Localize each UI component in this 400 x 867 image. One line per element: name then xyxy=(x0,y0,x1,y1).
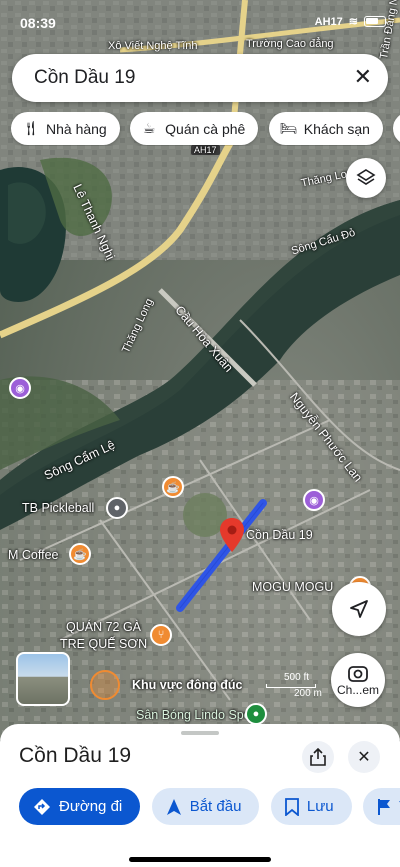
search-bar[interactable]: Cồn Dầu 19 ✕ xyxy=(12,54,388,102)
category-chips: 🍴︎ Nhà hàng ☕︎ Quán cà phê 🛏︎ Khách sạn … xyxy=(11,112,400,146)
save-button[interactable]: Lưu xyxy=(270,788,352,825)
layers-button[interactable] xyxy=(346,158,386,198)
map-label-crowded: Khu vực đông đúc xyxy=(132,678,243,692)
my-location-button[interactable] xyxy=(332,582,386,636)
camera-marker-icon[interactable]: ◉ xyxy=(9,377,31,399)
place-bottom-sheet[interactable]: Cồn Dầu 19 ✕ Đường đi Bắt đầu Lưu xyxy=(0,724,400,867)
navigation-arrow-icon xyxy=(166,798,181,815)
street-view-thumbnail[interactable] xyxy=(16,652,70,706)
camera-marker-icon[interactable]: ◉ xyxy=(303,489,325,511)
map-label-poi: MOGU MOGU xyxy=(252,580,334,594)
network-label: AH17 xyxy=(314,15,343,28)
drag-handle[interactable] xyxy=(181,731,219,735)
scale-label-top: 500 ft xyxy=(284,672,310,683)
search-query[interactable]: Cồn Dầu 19 xyxy=(34,67,135,89)
crowd-area-icon[interactable] xyxy=(90,670,120,700)
chip-coffee[interactable]: ☕︎ Quán cà phê xyxy=(130,112,259,145)
close-icon: ✕ xyxy=(357,749,371,766)
battery-icon xyxy=(364,16,386,27)
directions-icon xyxy=(34,798,50,815)
status-bar: 08:39 AH17 ≋ xyxy=(0,6,400,31)
coffee-icon: ☕︎ xyxy=(142,120,156,136)
place-title: Cồn Dầu 19 xyxy=(19,744,132,767)
navigation-arrow-icon xyxy=(350,600,368,618)
pickleball-marker-icon[interactable]: ● xyxy=(106,497,128,519)
map-label-road: Xô Viết Nghệ Tĩnh xyxy=(108,40,198,52)
lens-label: Ch...em xyxy=(336,682,379,697)
lens-button[interactable]: Ch...em xyxy=(331,653,385,707)
chip-hotels[interactable]: 🛏︎ Khách sạn xyxy=(268,112,383,145)
share-icon xyxy=(310,748,326,766)
map-label-poi: QUÁN 72 GÀ xyxy=(66,620,142,634)
wifi-icon: ≋ xyxy=(348,16,358,28)
map-label-college: Trường Cao đẳng xyxy=(246,38,334,50)
restaurant-icon: 🍴︎ xyxy=(22,120,40,136)
coffee-marker-icon[interactable]: ☕ xyxy=(69,543,91,565)
action-buttons: Đường đi Bắt đầu Lưu T xyxy=(19,788,400,828)
share-button[interactable] xyxy=(302,741,334,773)
chip-shopping[interactable]: 👜︎ xyxy=(393,112,400,145)
camera-search-icon xyxy=(348,665,368,682)
hotel-icon: 🛏︎ xyxy=(279,120,298,136)
close-icon[interactable]: ✕ xyxy=(354,64,372,90)
map-view[interactable]: Xô Viết Nghệ Tĩnh Trường Cao đẳng Trần Đ… xyxy=(0,0,400,740)
map-label-poi: Sân Bóng Lindo Sport xyxy=(136,708,259,722)
sports-marker-icon[interactable]: ● xyxy=(245,703,267,725)
map-label-poi: TB Pickleball xyxy=(22,501,95,515)
directions-button[interactable]: Đường đi xyxy=(19,788,141,825)
scale-label-bottom: 200 m xyxy=(294,688,322,699)
layers-icon xyxy=(356,169,376,185)
start-button[interactable]: Bắt đầu xyxy=(151,788,260,825)
flag-button[interactable]: T xyxy=(363,788,400,825)
location-pin-icon[interactable] xyxy=(220,518,244,552)
bookmark-icon xyxy=(284,797,299,816)
map-label-poi: M Coffee xyxy=(8,548,59,562)
status-time: 08:39 xyxy=(20,15,56,31)
coffee-marker-icon[interactable]: ☕ xyxy=(162,476,184,498)
close-button[interactable]: ✕ xyxy=(348,741,380,773)
home-indicator xyxy=(129,857,271,862)
chip-restaurants[interactable]: 🍴︎ Nhà hàng xyxy=(11,112,120,145)
flag-icon xyxy=(378,798,391,815)
map-label-highway-shield: AH17 xyxy=(191,145,220,155)
map-label-poi: TRE QUẾ SƠN xyxy=(60,637,148,651)
map-label-selected-place: Cồn Dầu 19 xyxy=(246,528,313,542)
map-scale: 500 ft 200 m xyxy=(266,672,322,699)
restaurant-marker-icon[interactable]: ⑂ xyxy=(150,624,172,646)
